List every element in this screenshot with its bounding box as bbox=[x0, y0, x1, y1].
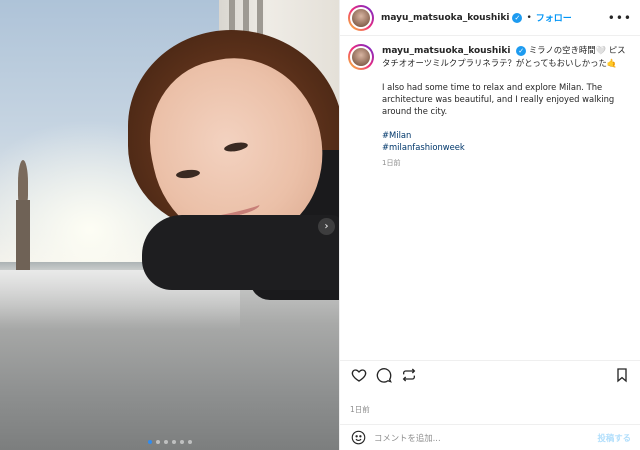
separator-dot: • bbox=[526, 12, 532, 23]
post-comment-button[interactable]: 投稿する bbox=[598, 432, 632, 444]
post-side-panel: mayu_matsuoka_koushiki ✓ • フォロー ••• mayu… bbox=[339, 0, 640, 450]
heart-icon[interactable] bbox=[350, 366, 368, 384]
carousel-dot bbox=[171, 440, 176, 444]
emoji-icon[interactable] bbox=[350, 430, 366, 446]
hashtag-link[interactable]: #milanfashionweek bbox=[382, 141, 632, 153]
repost-icon[interactable] bbox=[400, 366, 418, 384]
hashtag-link[interactable]: #Milan bbox=[382, 129, 632, 141]
verified-badge-icon: ✓ bbox=[512, 12, 523, 23]
carousel-dot bbox=[179, 440, 184, 444]
avatar[interactable] bbox=[348, 4, 374, 31]
carousel-dot bbox=[187, 440, 192, 444]
verified-badge-icon: ✓ bbox=[516, 45, 527, 56]
post-header: mayu_matsuoka_koushiki ✓ • フォロー ••• bbox=[340, 0, 640, 36]
bookmark-icon[interactable] bbox=[613, 366, 631, 384]
more-options-icon[interactable]: ••• bbox=[608, 11, 632, 25]
spire-statue bbox=[12, 160, 34, 270]
username-link[interactable]: mayu_matsuoka_koushiki bbox=[381, 13, 509, 23]
person-arm bbox=[142, 215, 339, 290]
instagram-post: › mayu_matsuoka_koushiki ✓ • フォロー ••• ma… bbox=[0, 0, 640, 450]
caption: mayu_matsuoka_koushiki ✓ ミラノの空き時間🤍 ピスタチオ… bbox=[340, 36, 640, 356]
carousel-dot bbox=[163, 440, 168, 444]
avatar[interactable] bbox=[348, 44, 374, 70]
caption-text-en: I also had some time to relax and explor… bbox=[382, 82, 615, 116]
comment-icon[interactable] bbox=[375, 366, 393, 384]
carousel-dots bbox=[0, 440, 339, 444]
comment-input[interactable] bbox=[374, 432, 574, 443]
post-date[interactable]: 1日前 bbox=[350, 404, 370, 415]
carousel-dot bbox=[155, 440, 160, 444]
follow-button[interactable]: フォロー bbox=[536, 11, 572, 24]
post-photo[interactable]: › bbox=[0, 0, 339, 450]
carousel-dot bbox=[147, 440, 152, 444]
caption-body: mayu_matsuoka_koushiki ✓ ミラノの空き時間🤍 ピスタチオ… bbox=[382, 44, 632, 356]
chevron-right-icon[interactable]: › bbox=[318, 218, 335, 235]
caption-username[interactable]: mayu_matsuoka_koushiki bbox=[382, 46, 510, 56]
caption-time: 1日前 bbox=[382, 159, 401, 167]
hashtags: #Milan #milanfashionweek bbox=[382, 129, 632, 153]
comment-bar: 投稿する bbox=[340, 424, 640, 450]
action-bar bbox=[340, 360, 640, 388]
